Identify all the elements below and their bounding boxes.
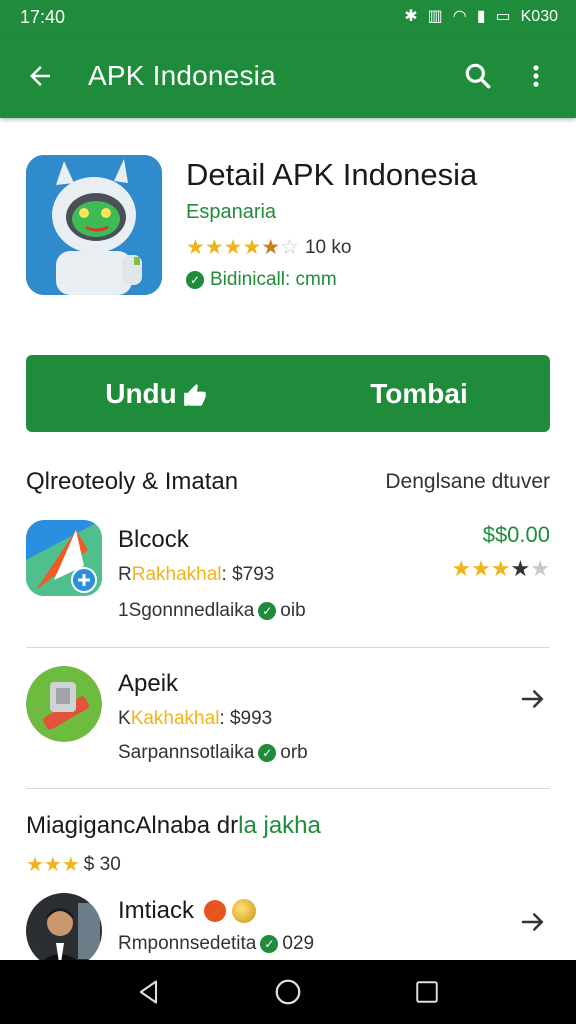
robot-mascot-icon [26,155,162,295]
item-title: Imtiack [118,897,257,925]
back-arrow-icon [30,66,50,86]
item-subtitle: KKakhakhal: $993 [118,708,273,729]
badge-orange-icon [204,900,227,922]
app-icon [26,155,162,295]
bluetooth-icon: ✱ [404,8,418,25]
verified-check-icon: ✓ [260,935,279,953]
nav-recents-icon [415,981,438,1003]
section-title: Qlreoteoly & Imatan [26,468,239,495]
download-label: Undu [105,377,177,409]
nav-recents-button[interactable] [405,970,449,1014]
list-item[interactable]: Imtiack Rmponnsedetita ✓ 029 [26,893,550,969]
battery-icon: ▭ [495,8,511,25]
section-more-link[interactable]: Denglsane dtuver [385,470,550,494]
signal-icon: ▮ [476,8,486,25]
status-right-text: K030 [520,8,558,25]
chevron-right-icon[interactable] [518,907,548,937]
verified-check-icon: ✓ [258,602,277,620]
badge-gold-icon [232,899,257,923]
download-button[interactable]: Undu [26,378,288,410]
app-bar: APK Indonesia [0,34,576,118]
divider [26,647,550,648]
verified-check-icon: ✓ [186,271,204,289]
rating-count: 10 ko [304,236,352,258]
system-nav-bar [0,960,576,1024]
divider [26,788,550,789]
app-bar-title: APK Indonesia [88,60,276,91]
list-item[interactable]: Blcock RRakhakhal: $793 1Sgonnnedlaika ✓… [26,520,550,630]
developer-link[interactable]: Espanaria [186,201,276,224]
wifi-icon: ◠ [452,8,467,25]
add-label: Tombai [370,377,468,409]
item-title: Blcock [118,526,189,553]
rating-stars: ★★★ [26,854,80,876]
avatar [26,893,102,969]
item-icon [26,666,102,742]
search-icon [465,63,491,89]
verified-check-icon: ✓ [258,744,277,762]
nav-home-button[interactable] [266,970,310,1014]
item-title: Apeik [118,670,179,697]
item-stars: ★★★★★ [451,556,550,581]
app-name: Detail APK Indonesia [186,157,478,192]
item-meta: Sarpannsotlaika ✓ orb [118,742,308,763]
section-header: Qlreoteoly & Imatan Denglsane dtuver [26,468,550,496]
more-options-button[interactable] [516,56,556,96]
chevron-right-icon[interactable] [518,684,548,714]
app-rating: ★★★★★☆ 10 ko [186,235,351,260]
status-icons: ✱ ▥ ◠ ▮ ▭ K030 [404,8,558,26]
section2-rating: ★★★ $ 30 [26,853,121,877]
back-button[interactable] [20,56,60,96]
rating-stars: ★★★★★☆ [186,236,299,259]
cta-bar: Undu Tombai [26,355,550,432]
add-button[interactable]: Tombai [288,378,550,410]
verified-text: Bidinicall: cmm [210,269,337,290]
item-subtitle: RRakhakhal: $793 [118,564,275,585]
item-price: $$0.00 [482,522,550,547]
nav-back-button[interactable] [127,970,171,1014]
list-item[interactable]: Apeik KKakhakhal: $993 Sarpannsotlaika ✓… [26,666,550,776]
nav-back-icon [140,980,158,1004]
more-vert-icon [533,65,539,87]
verified-row: ✓ Bidinicall: cmm [186,269,337,291]
nav-home-icon [275,979,301,1005]
section2-title: MiagigancAlnaba drla jakha [26,812,321,839]
item-icon [26,520,102,596]
search-button[interactable] [458,56,498,96]
status-time: 17:40 [20,6,66,27]
item-meta: Rmponnsedetita ✓ 029 [118,933,315,954]
thumbs-up-icon [183,383,206,406]
vibrate-icon: ▥ [427,8,443,25]
app-header: Detail APK Indonesia Espanaria ★★★★★☆ 10… [24,155,552,297]
status-bar: 17:40 ✱ ▥ ◠ ▮ ▭ K030 [0,0,576,34]
item-meta: 1Sgonnnedlaika ✓ oib [118,600,306,621]
